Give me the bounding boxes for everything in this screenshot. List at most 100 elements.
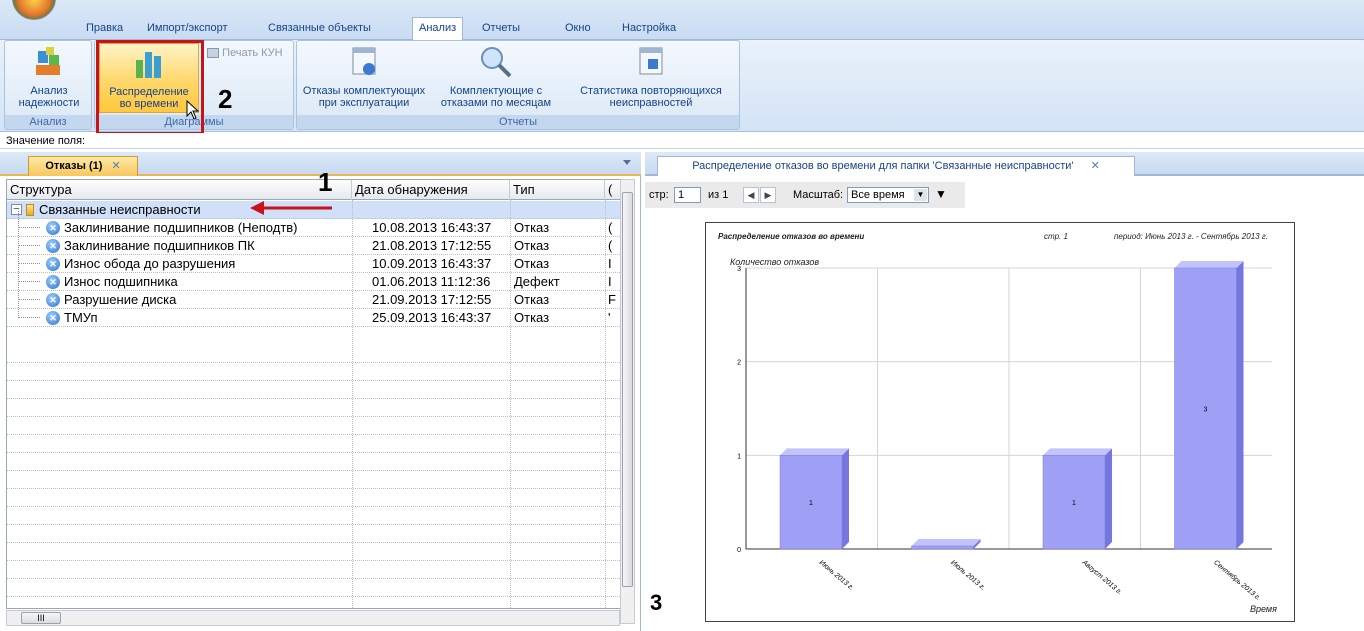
repeat-report-icon (634, 45, 668, 79)
failures-panel: Отказы (1) ✕ Структура Дата обнаружения … (0, 152, 641, 631)
column-divider (605, 200, 606, 608)
component-report-icon (347, 45, 381, 79)
column-divider (352, 200, 353, 608)
monthly-components-label-1: Комплектующие с (449, 85, 543, 97)
row-date: 21.09.2013 17:12:55 (372, 292, 492, 307)
x-tick-label: Июль 2013 г. (949, 559, 986, 592)
reliability-icon (32, 45, 66, 79)
bar-data-label: 3 (1204, 407, 1208, 414)
bar-side (1105, 448, 1112, 549)
column-date[interactable]: Дата обнаружения (352, 180, 510, 200)
prev-page-button[interactable]: ◀ (743, 187, 759, 203)
table-row[interactable]: ✕ Заклинивание подшипников ПК 21.08.2013 1… (7, 229, 620, 255)
row-type: Отказ (514, 256, 550, 271)
repeat-faults-button[interactable]: Статистика повторяющихся неисправностей (565, 45, 737, 109)
column-structure[interactable]: Структура (7, 180, 352, 200)
marker-1: 1 (318, 167, 333, 197)
ribbon-group-reports: Отказы комплектующих при эксплуатации Ко… (296, 40, 740, 130)
chevron-down-icon[interactable]: ▼ (914, 189, 927, 201)
table-row[interactable]: ✕ Заклинивание подшипников (Неподтв) 10.08… (7, 211, 620, 237)
close-icon[interactable]: ✕ (111, 160, 120, 172)
tree-line (18, 247, 40, 264)
x-tick-label: Август 2013 г. (1080, 559, 1123, 597)
menu-tab-analysis[interactable]: Анализ (412, 17, 464, 40)
menu-tab-related-objects[interactable]: Связанные объекты (262, 18, 377, 38)
row-type: Отказ (514, 238, 550, 253)
reliability-analysis-button[interactable]: Анализ надежности (5, 45, 93, 109)
empty-row (7, 597, 620, 608)
column-type[interactable]: Тип (510, 180, 605, 200)
scale-select-value: Все время (851, 189, 905, 201)
next-page-button[interactable]: ▶ (760, 187, 776, 203)
table-row[interactable]: ✕ Разрушение диска 21.09.2013 17:12:55 Отка… (7, 283, 620, 309)
close-icon[interactable]: ✕ (1091, 160, 1100, 172)
empty-row (7, 579, 620, 597)
marker-3: 3 (650, 590, 663, 615)
failure-icon: ✕ (46, 293, 60, 307)
component-failures-button[interactable]: Отказы комплектующих при эксплуатации (301, 45, 427, 109)
tree-line (18, 283, 40, 300)
field-value-bar: Значение поля: (0, 133, 1364, 149)
repeat-faults-label-1: Статистика повторяющихся (580, 85, 722, 97)
component-failures-label-2: при эксплуатации (318, 97, 410, 109)
menu-tab-edit[interactable]: Правка (80, 18, 129, 38)
row-type: Отказ (514, 220, 550, 235)
marker-2: 2 (218, 84, 233, 114)
annotation-arrow (250, 201, 332, 215)
tree-line (18, 211, 40, 228)
table-row[interactable]: ✕ ТМУп 25.09.2013 16:43:37 Отказ ' (7, 301, 620, 327)
print-kun-label: Печать КУН (222, 47, 283, 59)
failure-icon: ✕ (46, 221, 60, 235)
print-kun-button[interactable]: Печать КУН (207, 47, 283, 59)
bar-top (1174, 261, 1244, 268)
magnifier-icon (479, 45, 513, 79)
bar-side (1236, 261, 1244, 549)
tab-report[interactable]: Распределение отказов во времени для пап… (657, 156, 1135, 176)
page-input[interactable]: 1 (674, 187, 701, 203)
bar (911, 545, 974, 550)
page-label: стр: (649, 189, 669, 201)
horizontal-scroll-thumb[interactable]: III (21, 612, 61, 624)
monthly-components-button[interactable]: Комплектующие с отказами по месяцам (433, 45, 559, 109)
empty-row (7, 507, 620, 525)
failure-icon: ✕ (46, 275, 60, 289)
column-divider (510, 200, 511, 608)
menu-tab-settings[interactable]: Настройка (616, 18, 682, 38)
monthly-components-label-2: отказами по месяцам (440, 97, 552, 109)
row-name: Заклинивание подшипников (Неподтв) (64, 220, 298, 235)
empty-row (7, 525, 620, 543)
bar-side (842, 448, 849, 549)
vertical-scrollbar[interactable] (620, 179, 635, 624)
row-date: 10.08.2013 16:43:37 (372, 220, 492, 235)
toolbar-options-icon[interactable]: ▼ (935, 181, 947, 207)
empty-row (7, 399, 620, 417)
printer-icon (207, 48, 219, 59)
group-label-reports: Отчеты (297, 115, 739, 129)
table-row[interactable]: ✕ Износ подшипника 01.06.2013 11:12:36 Дефе… (7, 265, 620, 291)
empty-row (7, 453, 620, 471)
horizontal-scrollbar[interactable]: III (6, 610, 620, 626)
empty-row (7, 345, 620, 363)
menu-tab-reports[interactable]: Отчеты (476, 18, 526, 38)
scale-select[interactable]: Все время ▼ (847, 187, 929, 203)
page-count: из 1 (708, 189, 729, 201)
column-extra[interactable]: ( (605, 180, 620, 200)
tab-failures[interactable]: Отказы (1) ✕ (28, 156, 138, 176)
menu-tab-import-export[interactable]: Импорт/экспорт (141, 18, 234, 38)
x-tick-label: Июнь 2013 г. (818, 559, 855, 592)
tab-failures-label: Отказы (1) (45, 160, 103, 172)
empty-row (7, 417, 620, 435)
app-menu-button[interactable] (12, 0, 56, 20)
reliability-label-1: Анализ (30, 85, 68, 97)
row-name: ТМУп (64, 310, 98, 325)
component-failures-label-1: Отказы комплектующих (302, 85, 426, 97)
ribbon: Анализ надежности Анализ Распределение в… (0, 40, 1364, 132)
tree-line (18, 265, 40, 282)
menu-tab-window[interactable]: Окно (559, 18, 597, 38)
tree-line (18, 301, 40, 318)
failure-icon: ✕ (46, 257, 60, 271)
tab-list-arrow-icon[interactable] (623, 160, 631, 165)
vertical-scroll-thumb[interactable] (622, 192, 633, 587)
table-row[interactable]: ✕ Износ обода до разрушения 10.09.2013 16:… (7, 247, 620, 273)
tree-line (18, 229, 40, 246)
